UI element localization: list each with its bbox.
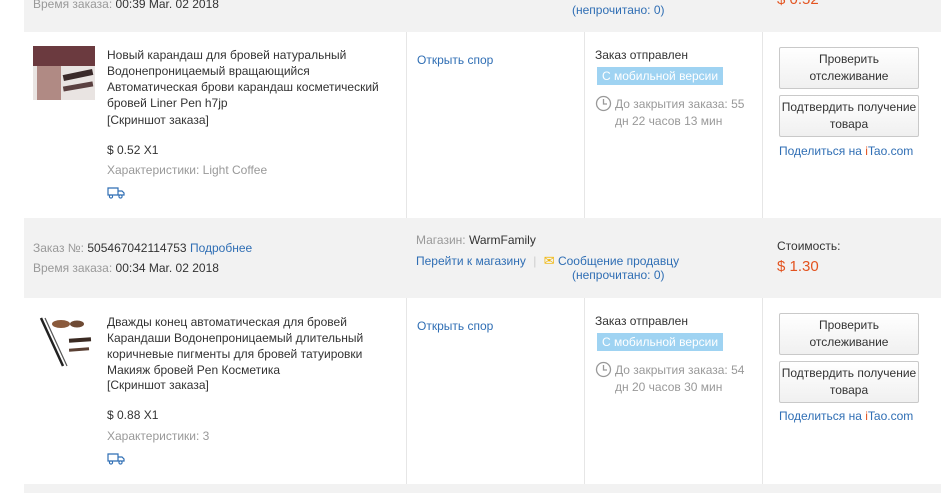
mobile-version-badge: С мобильной версии [597,333,724,351]
order-product-row-2: Дважды конец автоматическая для бровей К… [24,298,941,484]
order-number-label: Заказ №: [33,241,85,255]
dispute-cell: Открыть спор [406,298,585,484]
share-link[interactable]: Поделиться на iTao.com [779,144,913,158]
go-to-store-link[interactable]: Перейти к магазину [416,254,526,268]
status-cell: Заказ отправлен С мобильной версии До за… [584,298,763,484]
confirm-receipt-button[interactable]: Подтвердить получение товара [779,95,919,137]
clock-icon [595,361,612,378]
order-time-label: Время заказа: [33,0,113,11]
order-time: 00:34 Mar. 02 2018 [115,261,219,275]
order-screenshot-link[interactable]: [Скриншот заказа] [107,113,209,127]
price-quantity: $ 0.52 X1 [107,143,159,157]
order-time-label: Время заказа: [33,261,113,275]
order-header-2: Заказ №: 505467042114753 Подробнее Время… [24,218,941,298]
status-cell: Заказ отправлен С мобильной версии До за… [584,32,763,218]
check-tracking-button[interactable]: Проверить отслеживание [779,47,919,89]
order-cost: $ 1.30 [777,258,819,275]
product-title[interactable]: Дважды конец автоматическая для бровей К… [107,314,402,378]
order-status: Заказ отправлен [595,314,688,328]
store-label: Магазин: [416,233,466,247]
product-cell: Дважды конец автоматическая для бровей К… [24,298,406,484]
mobile-version-badge: С мобильной версии [597,67,724,85]
message-seller-link[interactable]: Сообщение продавцу [558,254,679,268]
open-dispute-link[interactable]: Открыть спор [417,319,493,333]
envelope-icon: ✉ [543,253,555,268]
order-cost: $ 0.52 [777,0,819,8]
product-title[interactable]: Новый карандаш для бровей натуральный Во… [107,47,402,111]
order-time: 00:39 Mar. 02 2018 [115,0,219,11]
delivery-truck-icon[interactable] [107,452,125,465]
actions-cell: Проверить отслеживание Подтвердить получ… [762,32,941,218]
product-characteristics: Характеристики: Light Coffee [107,163,268,177]
open-dispute-link[interactable]: Открыть спор [417,53,493,67]
order-screenshot-link[interactable]: [Скриншот заказа] [107,378,209,392]
message-unread-count[interactable]: (непрочитано: 0) [572,268,665,282]
product-cell: Новый карандаш для бровей натуральный Во… [24,32,406,218]
order-close-countdown: До закрытия заказа: 55 дн 22 часов 13 ми… [615,97,745,128]
product-thumbnail[interactable] [33,46,95,100]
divider: | [533,254,537,268]
orders-page: Время заказа: 00:39 Mar. 02 2018 ✉ (непр… [24,0,941,493]
dispute-cell: Открыть спор [406,32,585,218]
order-number: 505467042114753 [87,241,187,255]
product-characteristics: Характеристики: 3 [107,429,210,443]
share-link[interactable]: Поделиться на iTao.com [779,409,913,423]
clock-icon [595,95,612,112]
order-details-link[interactable]: Подробнее [190,241,252,255]
actions-cell: Проверить отслеживание Подтвердить получ… [762,298,941,484]
order-product-row-1: Новый карандаш для бровей натуральный Во… [24,32,941,218]
order-header-1: Время заказа: 00:39 Mar. 02 2018 ✉ (непр… [24,0,941,32]
order-header-3 [24,484,941,493]
product-thumbnail[interactable] [33,314,95,368]
envelope-icon: ✉ [549,0,559,4]
delivery-truck-icon[interactable] [107,186,125,199]
order-status: Заказ отправлен [595,48,688,62]
confirm-receipt-button[interactable]: Подтвердить получение товара [779,361,919,403]
cost-label: Стоимость: [777,239,841,253]
store-name: WarmFamily [468,233,536,247]
check-tracking-button[interactable]: Проверить отслеживание [779,313,919,355]
order-close-countdown: До закрытия заказа: 54 дн 20 часов 30 ми… [615,363,745,394]
message-unread-count[interactable]: (непрочитано: 0) [572,3,665,17]
price-quantity: $ 0.88 X1 [107,408,159,422]
